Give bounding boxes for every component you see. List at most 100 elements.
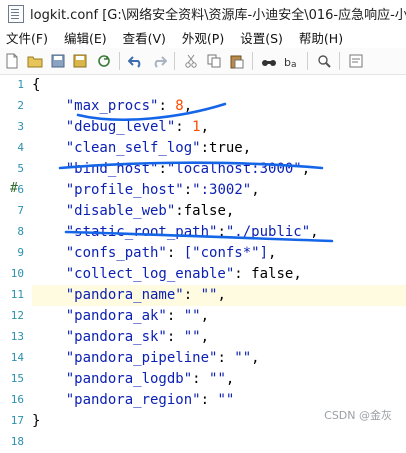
new-file-icon[interactable] <box>2 51 21 71</box>
json-key: "debug_level" <box>65 119 176 135</box>
code-line[interactable]: "clean_self_log":true, <box>32 138 406 159</box>
json-key: "pandora_sk" <box>65 329 167 345</box>
code-token: , <box>301 161 311 177</box>
cut-icon[interactable] <box>181 51 200 71</box>
json-value: 1 <box>192 119 201 135</box>
json-key: "pandora_logdb" <box>65 371 193 387</box>
json-key: "disable_web" <box>65 203 176 219</box>
save-all-icon[interactable] <box>71 51 90 71</box>
code-token: : <box>183 182 193 198</box>
code-line[interactable]: "profile_host":":3002", <box>32 180 406 201</box>
line-number: 16 <box>10 393 24 406</box>
code-line[interactable]: "pandora_ak": "", <box>32 306 406 327</box>
paste-icon[interactable] <box>227 51 246 71</box>
code-line[interactable]: "collect_log_enable": false, <box>32 264 406 285</box>
json-value: 8 <box>175 98 184 114</box>
line-number: 17 <box>10 414 24 427</box>
code-line[interactable] <box>32 432 406 453</box>
code-line[interactable]: "pandora_pipeline": "", <box>32 348 406 369</box>
json-key: "collect_log_enable" <box>65 266 235 282</box>
code-token: : <box>166 308 184 324</box>
toolbar-divider <box>174 52 175 70</box>
toolbar-divider <box>119 52 120 70</box>
code-token: , <box>225 371 235 387</box>
line-number: 5 <box>17 162 24 175</box>
line-number: 18 <box>10 435 24 448</box>
code-token: , <box>200 119 210 135</box>
menu-settings[interactable]: 设置(S) <box>232 28 291 47</box>
line-number-gutter: 1 2 3 4 5 6 #7 8 9 10 11 12 13 14 15 16 17 18 <box>0 75 32 448</box>
wrap-icon[interactable] <box>346 51 365 71</box>
menu-view[interactable]: 查看(V) <box>115 28 174 47</box>
code-token: , <box>310 224 319 240</box>
code-line[interactable]: "pandora_logdb": "", <box>32 369 406 390</box>
json-key: "pandora_pipeline" <box>65 350 218 366</box>
copy-icon[interactable] <box>204 51 223 71</box>
code-token: , <box>251 350 260 366</box>
line-number: 7 <box>17 204 24 217</box>
line-number: 10 <box>10 267 24 280</box>
redo-icon[interactable] <box>149 51 168 71</box>
replace-icon[interactable]: ba <box>282 51 301 71</box>
menu-file[interactable]: 文件(F) <box>0 28 56 47</box>
line-number: 2 <box>17 99 24 112</box>
code-token: : <box>217 224 226 240</box>
json-key: "clean_self_log" <box>65 140 201 156</box>
json-value: "" <box>234 350 252 366</box>
menu-edit[interactable]: 编辑(E) <box>56 28 115 47</box>
code-editor[interactable]: { "max_procs": 8, "debug_level": 1, "cle… <box>32 75 406 431</box>
json-value: false <box>183 203 226 219</box>
svg-text:a: a <box>291 60 297 68</box>
line-number: 3 <box>17 120 24 133</box>
open-folder-icon[interactable] <box>25 51 44 71</box>
code-line[interactable]: "pandora_sk": "", <box>32 327 406 348</box>
code-line[interactable]: "static_root_path":"./public", <box>32 222 406 243</box>
code-line[interactable]: "disable_web":false, <box>32 201 406 222</box>
json-key: "max_procs" <box>65 98 159 114</box>
code-token: : <box>192 371 210 387</box>
json-key: "static_root_path" <box>65 224 218 240</box>
code-line[interactable]: { <box>32 75 406 96</box>
json-value: "localhost:3000" <box>166 161 302 177</box>
json-key: "bind_host" <box>65 161 159 177</box>
line-number: 15 <box>10 372 24 385</box>
code-line[interactable]: "pandora_name": "", <box>32 285 406 306</box>
line-number: 8 <box>17 225 24 238</box>
json-value: "" <box>217 392 235 408</box>
line-number: 14 <box>10 351 24 364</box>
reload-icon[interactable] <box>94 51 113 71</box>
json-key: "pandora_ak" <box>65 308 167 324</box>
code-line[interactable]: "bind_host":"localhost:3000", <box>32 159 406 180</box>
code-line[interactable]: "max_procs": 8, <box>32 96 406 117</box>
code-token: : <box>175 119 193 135</box>
title-bar: logkit.conf [G:\网络安全资料\资源库-小迪安全\016-应急响应… <box>0 0 406 27</box>
json-value: "./public" <box>225 224 311 240</box>
code-token: , <box>183 98 193 114</box>
save-icon[interactable] <box>48 51 67 71</box>
code-token: : <box>166 329 184 345</box>
code-line[interactable]: "debug_level": 1, <box>32 117 406 138</box>
json-value: "" <box>200 287 218 303</box>
code-token: : <box>158 161 167 177</box>
undo-icon[interactable] <box>126 51 145 71</box>
code-token: , <box>225 203 235 219</box>
watermark: CSDN @金灰 <box>324 409 392 422</box>
zoom-icon[interactable] <box>314 51 333 71</box>
json-key: "profile_host" <box>65 182 184 198</box>
code-line[interactable]: "confs_path": ["confs*"], <box>32 243 406 264</box>
menu-appearance[interactable]: 外观(P) <box>174 28 232 47</box>
line-number: 12 <box>10 309 24 322</box>
find-icon[interactable] <box>259 51 278 71</box>
json-value: "" <box>183 329 201 345</box>
json-value: true <box>209 140 243 156</box>
code-token: , <box>200 329 210 345</box>
menu-help[interactable]: 帮助(H) <box>291 28 351 47</box>
code-token: , <box>242 140 252 156</box>
code-token: : <box>200 392 218 408</box>
